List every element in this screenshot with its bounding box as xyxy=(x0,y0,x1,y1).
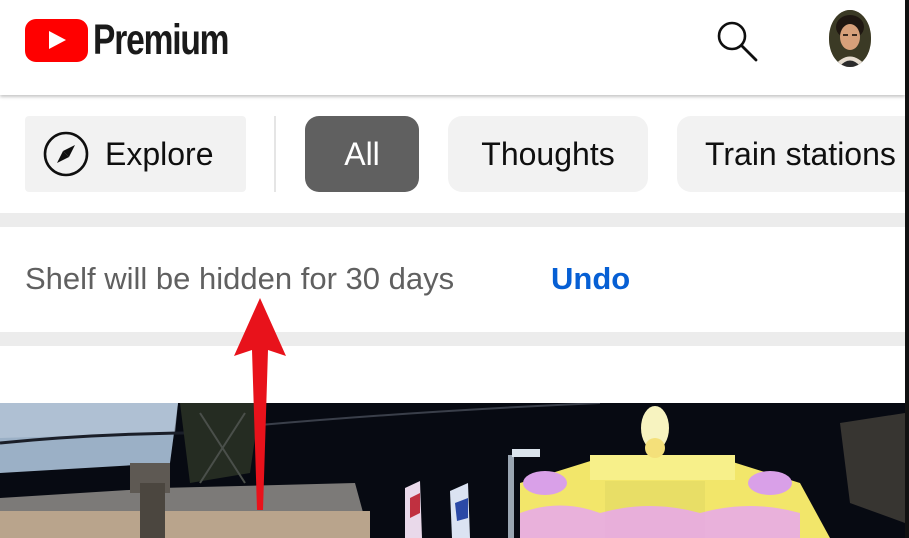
chip-divider xyxy=(274,116,276,192)
red-arrow-up-icon xyxy=(234,298,286,510)
shelf-hidden-notice: Shelf will be hidden for 30 days Undo xyxy=(0,227,905,332)
chip-thoughts-label: Thoughts xyxy=(481,135,615,172)
avatar-photo xyxy=(829,10,871,67)
chip-all-label: All xyxy=(344,135,380,172)
youtube-premium-logo[interactable]: Premium xyxy=(25,19,267,62)
undo-button[interactable]: Undo xyxy=(551,261,630,297)
chip-explore[interactable]: Explore xyxy=(25,116,246,192)
chip-train-stations[interactable]: Train stations xyxy=(677,116,909,192)
logo-text: Premium xyxy=(93,16,230,64)
search-button[interactable] xyxy=(712,14,762,64)
youtube-play-icon xyxy=(25,19,88,62)
notice-message: Shelf will be hidden for 30 days xyxy=(25,261,455,296)
filter-chip-bar: Explore All Thoughts Train stations xyxy=(0,95,909,213)
section-separator xyxy=(0,332,905,346)
screen-edge xyxy=(905,0,909,538)
chip-explore-label: Explore xyxy=(105,135,214,172)
account-avatar[interactable] xyxy=(829,10,871,67)
chip-thoughts[interactable]: Thoughts xyxy=(448,116,648,192)
video-thumbnail[interactable] xyxy=(0,403,905,538)
thumbnail-image xyxy=(0,403,905,538)
chip-all[interactable]: All xyxy=(305,116,419,192)
section-separator xyxy=(0,213,905,227)
feed-spacer xyxy=(0,346,905,403)
top-app-bar: Premium xyxy=(0,0,905,95)
chip-train-stations-label: Train stations xyxy=(705,135,896,172)
compass-icon xyxy=(43,131,89,177)
search-icon xyxy=(717,21,758,62)
